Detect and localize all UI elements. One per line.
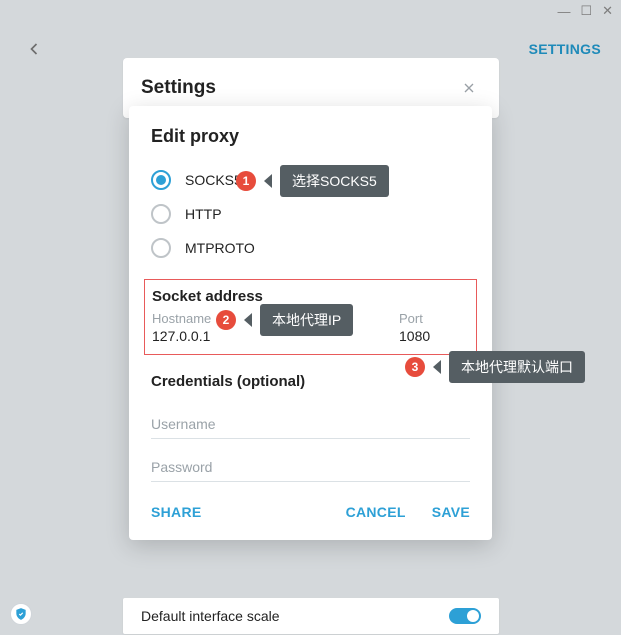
close-icon <box>461 80 477 96</box>
socket-address-section: Socket address Hostname 127.0.0.1 Port 1… <box>144 279 477 355</box>
credentials-heading: Credentials (optional) <box>129 355 492 396</box>
interface-scale-label: Default interface scale <box>141 608 280 624</box>
hostname-field[interactable]: Hostname 127.0.0.1 <box>152 311 379 344</box>
shield-badge[interactable] <box>10 603 32 625</box>
password-input[interactable]: Password <box>151 447 470 482</box>
port-field[interactable]: Port 1080 <box>399 311 469 344</box>
share-button[interactable]: SHARE <box>151 504 202 520</box>
radio-label: HTTP <box>185 206 222 222</box>
modal-title: Edit proxy <box>129 106 492 163</box>
cancel-button[interactable]: CANCEL <box>346 504 406 520</box>
modal-actions: SHARE CANCEL SAVE <box>129 482 492 534</box>
radio-http[interactable]: HTTP <box>129 197 492 231</box>
hostname-label: Hostname <box>152 311 379 326</box>
radio-mtproto[interactable]: MTPROTO <box>129 231 492 265</box>
radio-icon <box>151 238 171 258</box>
radio-icon <box>151 204 171 224</box>
save-button[interactable]: SAVE <box>432 504 470 520</box>
shield-check-icon <box>14 607 28 621</box>
socket-heading: Socket address <box>152 288 469 305</box>
radio-icon <box>151 170 171 190</box>
username-input[interactable]: Username <box>151 404 470 439</box>
hostname-value: 127.0.0.1 <box>152 328 379 344</box>
radio-label: SOCKS5 <box>185 172 242 188</box>
edit-proxy-modal: Edit proxy SOCKS5 HTTP MTPROTO Socket ad… <box>129 106 492 540</box>
settings-title: Settings <box>141 77 216 99</box>
port-label: Port <box>399 311 469 326</box>
radio-socks5[interactable]: SOCKS5 <box>129 163 492 197</box>
port-value: 1080 <box>399 328 469 344</box>
interface-scale-toggle[interactable] <box>449 608 481 624</box>
interface-scale-row: Default interface scale <box>123 598 499 634</box>
radio-label: MTPROTO <box>185 240 255 256</box>
close-button[interactable] <box>457 76 481 100</box>
